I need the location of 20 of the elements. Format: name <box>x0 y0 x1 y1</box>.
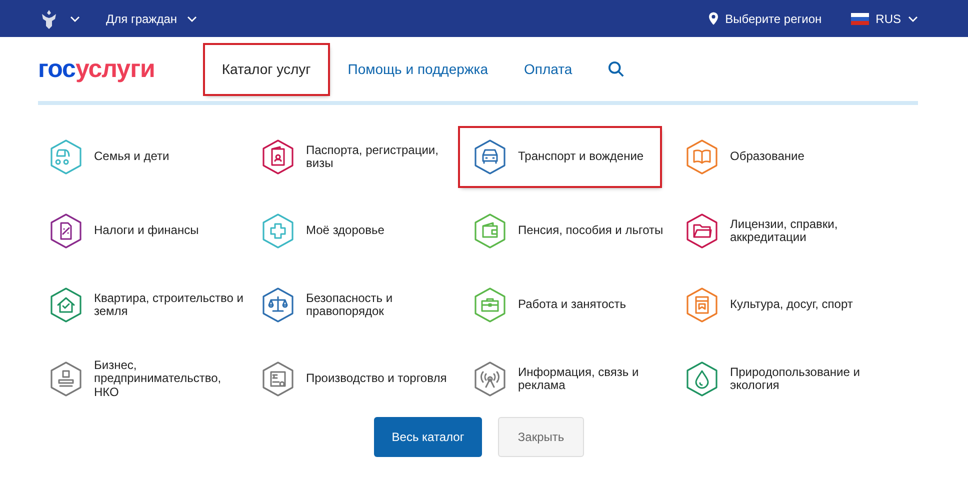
nav-tab[interactable]: Каталог услуг <box>204 44 328 94</box>
chevron-icon[interactable] <box>187 16 198 22</box>
catalog-button[interactable]: Весь каталог <box>374 417 482 457</box>
chevron-icon[interactable] <box>70 16 80 22</box>
chevron-icon[interactable] <box>908 16 918 22</box>
logo[interactable]: госуслуги <box>38 54 155 84</box>
search-icon[interactable] <box>608 60 626 78</box>
category-link[interactable]: Семья и дети <box>36 128 182 186</box>
category-link[interactable]: Образование <box>672 128 816 186</box>
nav-tab[interactable]: Помощь и поддержка <box>348 61 488 77</box>
nav-tab[interactable]: Оплата <box>524 61 572 77</box>
language-menu[interactable]: RUS <box>876 12 901 26</box>
flag-icon <box>850 12 869 24</box>
category-link[interactable]: Моё здоровье <box>248 202 396 260</box>
close-button[interactable]: Закрыть <box>498 417 584 457</box>
region-link[interactable]: Выберите регион <box>725 12 822 26</box>
category-link[interactable]: Культура, досуг, спорт <box>672 276 865 334</box>
audience-menu[interactable]: Для граждан <box>106 12 178 26</box>
location-pin-icon[interactable] <box>709 12 718 25</box>
category-link[interactable]: Налоги и финансы <box>36 202 211 260</box>
